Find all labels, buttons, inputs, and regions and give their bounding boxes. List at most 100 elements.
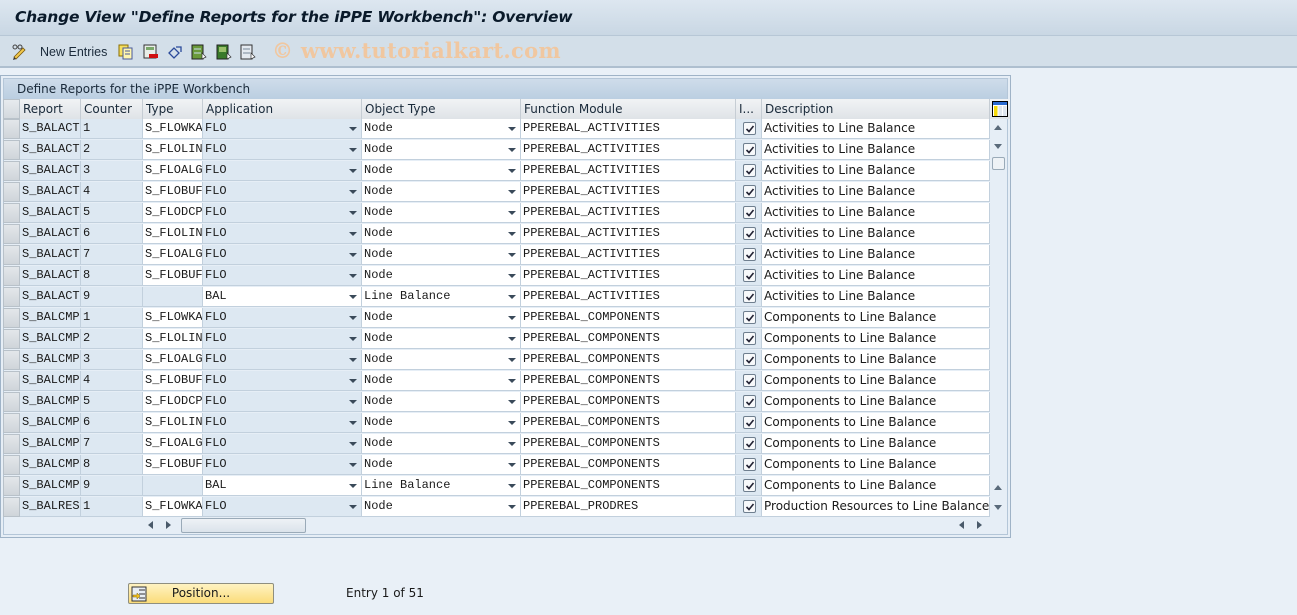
select-all-rows-handle[interactable] — [3, 99, 20, 119]
cell-function-module[interactable]: PPEREBAL_ACTIVITIES — [521, 182, 736, 202]
indicator-checkbox[interactable] — [743, 206, 756, 219]
column-header-type[interactable]: Type — [143, 99, 203, 119]
cell-checked[interactable] — [736, 287, 762, 307]
cell-checked[interactable] — [736, 371, 762, 391]
delete-button[interactable] — [143, 43, 159, 61]
dropdown-arrow-icon[interactable] — [349, 169, 357, 173]
dropdown-arrow-icon[interactable] — [508, 316, 516, 320]
indicator-checkbox[interactable] — [743, 353, 756, 366]
dropdown-arrow-icon[interactable] — [349, 148, 357, 152]
cell-description[interactable]: Components to Line Balance — [762, 308, 990, 328]
cell-description[interactable]: Components to Line Balance — [762, 392, 990, 412]
scroll-down-icon[interactable] — [994, 144, 1002, 149]
cell-function-module[interactable]: PPEREBAL_ACTIVITIES — [521, 224, 736, 244]
scroll-right-icon[interactable] — [166, 521, 171, 529]
cell-checked[interactable] — [736, 266, 762, 286]
cell-object-type[interactable]: Line Balance — [362, 287, 521, 307]
cell-checked[interactable] — [736, 350, 762, 370]
cell-description[interactable]: Activities to Line Balance — [762, 287, 990, 307]
dropdown-arrow-icon[interactable] — [508, 295, 516, 299]
cell-description[interactable]: Components to Line Balance — [762, 476, 990, 496]
dropdown-arrow-icon[interactable] — [349, 484, 357, 488]
cell-object-type[interactable]: Line Balance — [362, 476, 521, 496]
indicator-checkbox[interactable] — [743, 185, 756, 198]
cell-function-module[interactable]: PPEREBAL_ACTIVITIES — [521, 266, 736, 286]
horizontal-scroll-thumb[interactable] — [181, 518, 306, 533]
row-selector[interactable] — [3, 224, 20, 244]
cell-function-module[interactable]: PPEREBAL_COMPONENTS — [521, 455, 736, 475]
select-block-button[interactable] — [216, 43, 232, 61]
cell-object-type[interactable]: Node — [362, 455, 521, 475]
cell-description[interactable]: Components to Line Balance — [762, 455, 990, 475]
cell-function-module[interactable]: PPEREBAL_ACTIVITIES — [521, 161, 736, 181]
cell-object-type[interactable]: Node — [362, 266, 521, 286]
indicator-checkbox[interactable] — [743, 164, 756, 177]
cell-function-module[interactable]: PPEREBAL_ACTIVITIES — [521, 119, 736, 139]
cell-type[interactable]: S_FLODCP — [143, 392, 203, 412]
cell-function-module[interactable]: PPEREBAL_COMPONENTS — [521, 413, 736, 433]
cell-function-module[interactable]: PPEREBAL_ACTIVITIES — [521, 140, 736, 160]
column-settings-button[interactable] — [990, 99, 1010, 119]
cell-checked[interactable] — [736, 476, 762, 496]
dropdown-arrow-icon[interactable] — [349, 316, 357, 320]
cell-object-type[interactable]: Node — [362, 182, 521, 202]
copy-button[interactable] — [118, 43, 134, 61]
row-selector[interactable] — [3, 308, 20, 328]
scroll-up-bottom-icon[interactable] — [994, 485, 1002, 490]
dropdown-arrow-icon[interactable] — [349, 463, 357, 467]
dropdown-arrow-icon[interactable] — [349, 127, 357, 131]
indicator-checkbox[interactable] — [743, 395, 756, 408]
indicator-checkbox[interactable] — [743, 122, 756, 135]
row-selector[interactable] — [3, 182, 20, 202]
row-selector[interactable] — [3, 266, 20, 286]
indicator-checkbox[interactable] — [743, 227, 756, 240]
cell-object-type[interactable]: Node — [362, 203, 521, 223]
scroll-right-right-pane-icon[interactable] — [977, 521, 982, 529]
dropdown-arrow-icon[interactable] — [508, 421, 516, 425]
dropdown-arrow-icon[interactable] — [349, 295, 357, 299]
row-selector[interactable] — [3, 434, 20, 454]
indicator-checkbox[interactable] — [743, 458, 756, 471]
column-header-report[interactable]: Report — [20, 99, 81, 119]
cell-type[interactable]: S_FLOWKA — [143, 497, 203, 517]
cell-checked[interactable] — [736, 455, 762, 475]
dropdown-arrow-icon[interactable] — [508, 463, 516, 467]
cell-type[interactable]: S_FLOLIN — [143, 413, 203, 433]
dropdown-arrow-icon[interactable] — [349, 379, 357, 383]
dropdown-arrow-icon[interactable] — [508, 358, 516, 362]
cell-checked[interactable] — [736, 182, 762, 202]
cell-object-type[interactable]: Node — [362, 434, 521, 454]
cell-function-module[interactable]: PPEREBAL_ACTIVITIES — [521, 203, 736, 223]
row-selector[interactable] — [3, 413, 20, 433]
row-selector[interactable] — [3, 350, 20, 370]
dropdown-arrow-icon[interactable] — [349, 358, 357, 362]
cell-type[interactable]: S_FLOLIN — [143, 140, 203, 160]
row-selector[interactable] — [3, 119, 20, 139]
dropdown-arrow-icon[interactable] — [349, 505, 357, 509]
cell-description[interactable]: Activities to Line Balance — [762, 140, 990, 160]
new-entries-button[interactable]: New Entries — [40, 43, 107, 61]
cell-description[interactable]: Components to Line Balance — [762, 434, 990, 454]
cell-object-type[interactable]: Node — [362, 308, 521, 328]
dropdown-arrow-icon[interactable] — [349, 190, 357, 194]
row-selector[interactable] — [3, 455, 20, 475]
cell-object-type[interactable]: Node — [362, 140, 521, 160]
cell-type[interactable]: S_FLOALG — [143, 161, 203, 181]
cell-type[interactable]: S_FLOALG — [143, 434, 203, 454]
cell-function-module[interactable]: PPEREBAL_COMPONENTS — [521, 371, 736, 391]
dropdown-arrow-icon[interactable] — [349, 253, 357, 257]
cell-type[interactable]: S_FLODCP — [143, 203, 203, 223]
indicator-checkbox[interactable] — [743, 500, 756, 513]
row-selector[interactable] — [3, 140, 20, 160]
cell-checked[interactable] — [736, 161, 762, 181]
scroll-up-icon[interactable] — [994, 125, 1002, 130]
dropdown-arrow-icon[interactable] — [508, 400, 516, 404]
dropdown-arrow-icon[interactable] — [508, 442, 516, 446]
row-selector[interactable] — [3, 497, 20, 517]
cell-type[interactable]: S_FLOLIN — [143, 329, 203, 349]
cell-type[interactable]: S_FLOBUF — [143, 371, 203, 391]
cell-function-module[interactable]: PPEREBAL_COMPONENTS — [521, 350, 736, 370]
dropdown-arrow-icon[interactable] — [508, 274, 516, 278]
cell-function-module[interactable]: PPEREBAL_ACTIVITIES — [521, 287, 736, 307]
cell-description[interactable]: Activities to Line Balance — [762, 224, 990, 244]
